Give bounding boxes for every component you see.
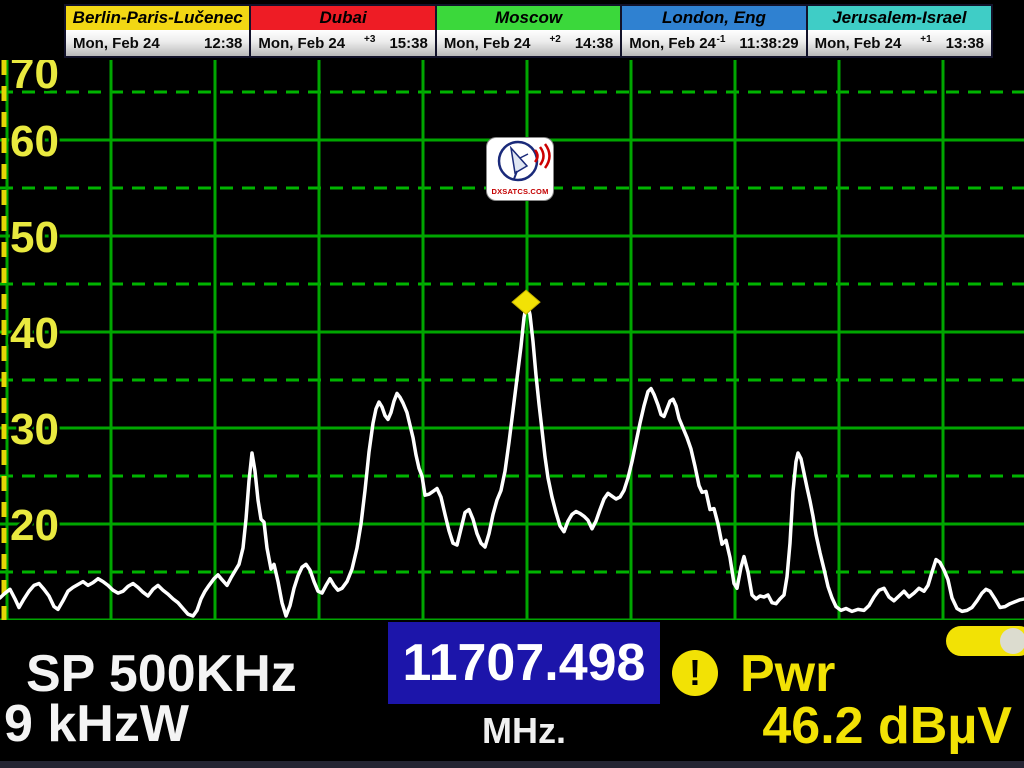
warning-glyph: ! [689,652,701,693]
toggle-pill[interactable] [946,626,1024,656]
clock-cell-dubai: Dubai Mon, Feb 24 +3 15:38 [251,6,436,56]
clock-cell-berlin-paris-lu-enec: Berlin-Paris-Lučenec Mon, Feb 24 12:38 [66,6,251,56]
clock-city-name: Jerusalem-Israel [808,6,991,30]
y-axis-label: 50 [10,213,59,262]
bottom-strip [0,761,1024,768]
clock-city-name: Moscow [437,6,620,30]
clock-utc-offset: +1 [920,34,931,45]
y-axis-label: 40 [10,309,59,358]
clock-time: 12:38 [204,35,242,52]
clock-date: Mon, Feb 24 [258,35,345,52]
y-axis-label: 60 [10,117,59,166]
frequency-unit-label: MHz. [388,710,660,752]
clock-time: 14:38 [575,35,613,52]
clock-city-name: Berlin-Paris-Lučenec [66,6,249,30]
clock-time-row: Mon, Feb 24 +3 15:38 [251,30,434,56]
clock-utc-offset: +2 [549,34,560,45]
logo-text: DXSATCS.COM [487,187,553,196]
rbw-label: 9 kHzW [4,694,189,754]
world-clock: Berlin-Paris-Lučenec Mon, Feb 24 12:38 Duba… [64,4,993,58]
top-bar: Berlin-Paris-Lučenec Mon, Feb 24 12:38 Duba… [0,0,1024,60]
clock-city-name: London, Eng [622,6,805,30]
clock-time: 15:38 [389,35,427,52]
clock-time-row: Mon, Feb 24 12:38 [66,30,249,56]
frequency-display: 11707.498 [388,622,660,704]
clock-time-row: Mon, Feb 24 +2 14:38 [437,30,620,56]
clock-time-row: Mon, Feb 24-1 11:38:29 [622,30,805,56]
clock-date: Mon, Feb 24 [444,35,531,52]
bottom-panel: SP 500KHz 9 kHzW 11707.498 MHz. ! Pwr 46… [0,620,1024,768]
warning-icon: ! [672,650,718,696]
clock-time-row: Mon, Feb 24 +1 13:38 [808,30,991,56]
y-axis-label: 30 [10,405,59,454]
clock-date: Mon, Feb 24 [629,35,716,52]
y-axis-label: 20 [10,501,59,550]
clock-time: 11:38:29 [739,35,798,52]
clock-utc-offset: +3 [364,34,375,45]
peak-marker-icon [512,290,540,314]
clock-cell-moscow: Moscow Mon, Feb 24 +2 14:38 [437,6,622,56]
spectrum-plot-area: 70 60 50 40 30 20 DXSATCS.COM [0,60,1024,620]
spectrum-trace [0,301,1024,616]
clock-city-name: Dubai [251,6,434,30]
clock-utc-offset: -1 [717,34,726,45]
dxsatcs-logo: DXSATCS.COM [487,138,553,200]
clock-cell-london-eng: London, Eng Mon, Feb 24-1 11:38:29 [622,6,807,56]
clock-time: 13:38 [946,35,984,52]
power-label: Pwr [740,644,835,704]
toggle-knob[interactable] [1000,628,1024,654]
y-axis-label: 70 [10,60,59,98]
power-value: 46.2 dBµV [762,696,1012,756]
clock-cell-jerusalem-israel: Jerusalem-Israel Mon, Feb 24 +1 13:38 [808,6,991,56]
satellite-dish-icon [487,138,553,184]
clock-date: Mon, Feb 24 [815,35,902,52]
frequency-value: 11707.498 [403,633,646,693]
clock-date: Mon, Feb 24 [73,35,160,52]
